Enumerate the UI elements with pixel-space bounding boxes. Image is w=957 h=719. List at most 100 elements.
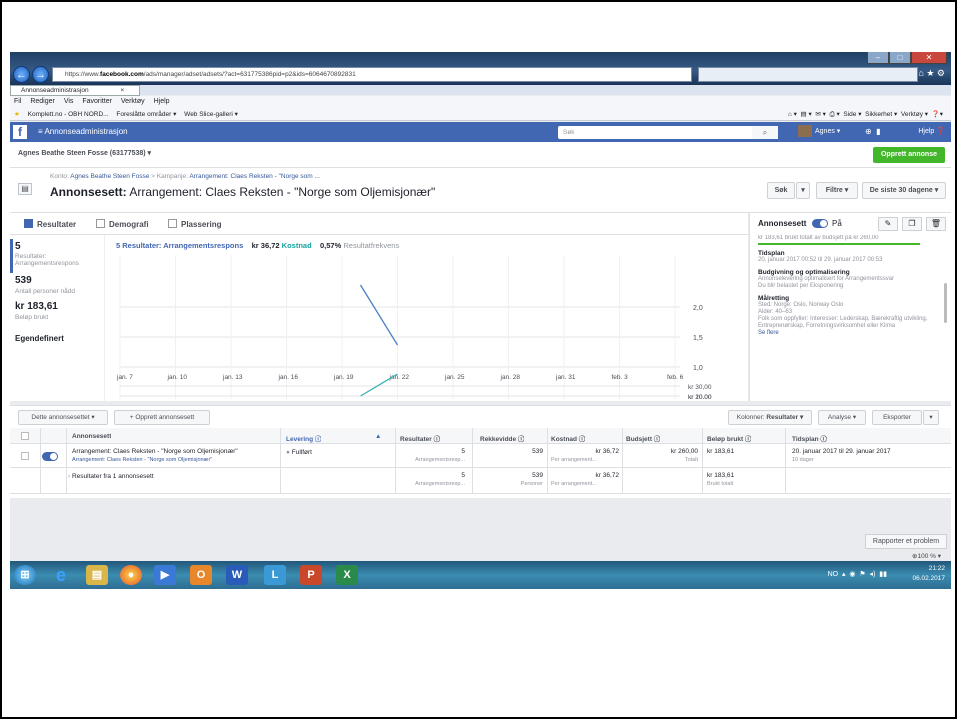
menu-edit[interactable]: Rediger bbox=[30, 98, 55, 105]
results-cell-sub: Arrangementsresp... bbox=[415, 457, 465, 463]
menu-favorites[interactable]: Favoritter bbox=[82, 98, 112, 105]
notification-icons[interactable]: ⊕ ▮ bbox=[865, 122, 881, 142]
results-value[interactable]: 5 bbox=[15, 241, 21, 252]
minimize-button[interactable]: – bbox=[867, 52, 889, 64]
delete-trash-icon[interactable]: 🗑 bbox=[926, 217, 946, 231]
system-tray-icons[interactable]: NO ▴ ◉ ⚑ ◂) ▮▮ bbox=[828, 570, 887, 578]
tab-close-icon[interactable]: × bbox=[120, 87, 124, 94]
safety-menu[interactable]: Sikkerhet ▾ bbox=[865, 111, 897, 118]
tab-placement[interactable]: Plassering bbox=[168, 219, 221, 229]
menu-file[interactable]: Fil bbox=[14, 98, 21, 105]
media-player-icon[interactable]: ▶ bbox=[154, 565, 176, 585]
word-icon[interactable]: W bbox=[226, 565, 248, 585]
row-checkbox[interactable] bbox=[21, 452, 29, 460]
help-button[interactable]: Hjelp ❓ bbox=[918, 122, 945, 142]
table-row[interactable]: Arrangement: Claes Reksten - "Norge som … bbox=[10, 444, 951, 468]
internet-explorer-icon[interactable]: e bbox=[50, 565, 72, 585]
start-button-icon[interactable]: ⊞ bbox=[14, 565, 36, 585]
report-problem-button[interactable]: Rapporter et problem bbox=[865, 534, 947, 549]
select-all-checkbox[interactable] bbox=[21, 432, 29, 440]
tab-demographics[interactable]: Demografi bbox=[96, 219, 149, 229]
results-sublabel: Arrangementsrespons bbox=[15, 260, 79, 267]
crumb-account-link[interactable]: Agnes Beathe Steen Fosse bbox=[70, 173, 149, 180]
col-results[interactable]: Resultater ⓘ bbox=[400, 433, 440, 443]
tools-menu[interactable]: Verktøy ▾ bbox=[901, 111, 928, 118]
reach-value[interactable]: 539 bbox=[15, 275, 32, 286]
col-adset[interactable]: Annonsesett bbox=[72, 433, 111, 440]
create-adset-button[interactable]: + Opprett annonsesett bbox=[114, 410, 210, 425]
print-icon[interactable]: ⎙ ▾ bbox=[830, 111, 840, 118]
close-window-button[interactable]: ✕ bbox=[911, 52, 947, 64]
address-bar[interactable]: https://www.facebook.com/ads/manager/ads… bbox=[52, 67, 692, 82]
custom-metric[interactable]: Egendefinert bbox=[15, 334, 64, 343]
adset-header: ▤ Konto: Agnes Beathe Steen Fosse > Kamp… bbox=[10, 168, 951, 213]
excel-icon[interactable]: X bbox=[336, 565, 358, 585]
filter-button[interactable]: Filtre ▾ bbox=[816, 182, 858, 199]
search-button[interactable]: Søk bbox=[767, 182, 795, 199]
file-explorer-icon[interactable]: ▤ bbox=[86, 565, 108, 585]
help-icon[interactable]: ❓▾ bbox=[932, 111, 943, 118]
favorite-web-slice[interactable]: Web Slice-galleri ▾ bbox=[184, 111, 238, 118]
create-ad-button[interactable]: Opprett annonse bbox=[873, 147, 945, 163]
home-icon[interactable]: ⌂ ▾ bbox=[788, 111, 797, 118]
favorite-suggested-sites[interactable]: Foreslåtte områder ▾ bbox=[116, 111, 176, 118]
ads-manager-menu[interactable]: ≡ Annonseadministrasjon bbox=[38, 122, 128, 142]
search-icon[interactable]: ⌕ bbox=[752, 126, 778, 139]
date-range-button[interactable]: De siste 30 dagene ▾ bbox=[862, 182, 946, 199]
duplicate-icon[interactable]: ❐ bbox=[902, 217, 922, 231]
summary-spent: kr 183,61 Brukt totalt bbox=[707, 472, 734, 487]
lync-icon[interactable]: L bbox=[264, 565, 286, 585]
summary-spent-sub: Brukt totalt bbox=[707, 481, 734, 487]
columns-dropdown[interactable]: Kolonner: Resultater ▾ bbox=[728, 410, 812, 425]
see-more-link[interactable]: Se flere bbox=[758, 330, 938, 337]
adset-name[interactable]: Arrangement: Claes Reksten - "Norge som … bbox=[72, 448, 280, 463]
favorites-star-icon[interactable]: ★ bbox=[14, 111, 20, 118]
user-menu[interactable]: Agnes ▾ bbox=[798, 122, 840, 142]
clock[interactable]: 21:22 06.02.2017 bbox=[912, 564, 945, 584]
crumb-campaign-link[interactable]: Arrangement: Claes Reksten - "Norge som … bbox=[189, 173, 320, 180]
col-spent[interactable]: Beløp brukt ⓘ bbox=[707, 433, 751, 443]
outlook-icon[interactable]: O bbox=[190, 565, 212, 585]
clock-date: 06.02.2017 bbox=[912, 575, 945, 582]
browser-tab[interactable]: Annonseadministrasjon × bbox=[10, 85, 140, 96]
spent-value[interactable]: kr 183,61 bbox=[15, 301, 58, 312]
search-dropdown-button[interactable]: ▾ bbox=[796, 182, 810, 199]
menu-tools[interactable]: Verktøy bbox=[121, 98, 145, 105]
analysis-dropdown[interactable]: Analyse ▾ bbox=[818, 410, 866, 425]
zoom-level[interactable]: ⊕100 % ▾ bbox=[912, 552, 941, 560]
browser-home-star-gear-icons[interactable]: ⌂ ★ ⚙ bbox=[918, 68, 945, 79]
this-adset-dropdown[interactable]: Dette annonsesettet ▾ bbox=[18, 410, 108, 425]
facebook-logo[interactable]: f bbox=[13, 125, 27, 139]
row-toggle[interactable] bbox=[42, 452, 58, 461]
browser-search-box[interactable] bbox=[698, 67, 918, 82]
summary-label[interactable]: › Resultater fra 1 annonsesett bbox=[68, 473, 154, 480]
col-cost[interactable]: Kostnad ⓘ bbox=[551, 433, 585, 443]
menu-help[interactable]: Hjelp bbox=[154, 98, 170, 105]
feeds-icon[interactable]: ▤ ▾ bbox=[801, 111, 812, 118]
sort-arrow-icon[interactable]: ▲ bbox=[375, 433, 381, 440]
list-view-icon[interactable]: ▤ bbox=[18, 183, 32, 195]
mail-icon[interactable]: ✉ ▾ bbox=[815, 111, 826, 118]
account-selector[interactable]: Agnes Beathe Steen Fosse (63177538) ▾ bbox=[18, 149, 151, 157]
col-budget[interactable]: Budsjett ⓘ bbox=[626, 433, 660, 443]
maximize-button[interactable]: □ bbox=[889, 52, 911, 64]
export-button[interactable]: Eksporter bbox=[872, 410, 922, 425]
tab-results[interactable]: Resultater bbox=[24, 219, 76, 229]
col-schedule[interactable]: Tidsplan ⓘ bbox=[792, 433, 827, 443]
panel-scrollbar[interactable] bbox=[944, 283, 947, 323]
page-menu[interactable]: Side ▾ bbox=[843, 111, 861, 118]
col-reach[interactable]: Rekkevidde ⓘ bbox=[480, 433, 524, 443]
fb-search-input[interactable]: Søk bbox=[558, 126, 778, 139]
edit-pencil-icon[interactable]: ✎ bbox=[878, 217, 898, 231]
forward-button[interactable]: → bbox=[32, 66, 49, 83]
page-title: Annonsesett: Arrangement: Claes Reksten … bbox=[50, 185, 435, 199]
powerpoint-icon[interactable]: P bbox=[300, 565, 322, 585]
back-button[interactable]: ← bbox=[13, 66, 30, 83]
export-dropdown-button[interactable]: ▾ bbox=[923, 410, 939, 425]
campaign-link[interactable]: Arrangement: Claes Reksten - "Norge som … bbox=[72, 457, 280, 463]
favorite-komplett[interactable]: Komplett.no - OBH NORD... bbox=[28, 111, 109, 118]
col-delivery[interactable]: Levering ⓘ bbox=[286, 433, 321, 443]
menu-view[interactable]: Vis bbox=[64, 98, 74, 105]
adset-toggle[interactable] bbox=[812, 219, 828, 228]
chrome-icon[interactable]: ● bbox=[120, 565, 142, 585]
